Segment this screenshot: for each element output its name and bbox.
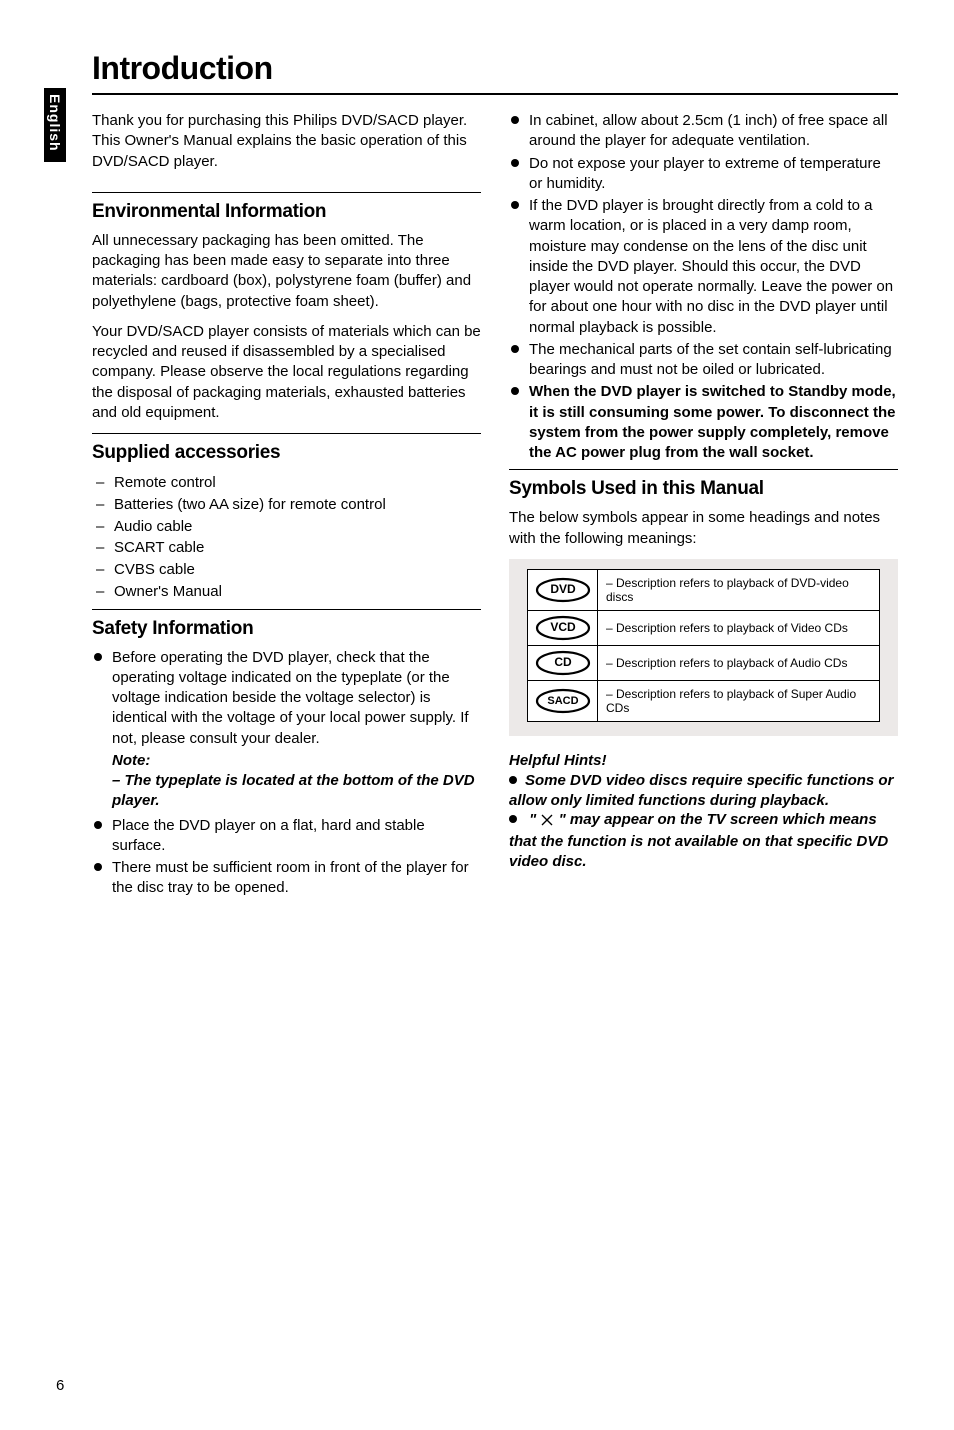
svg-text:VCD: VCD (550, 620, 576, 634)
safety-bullet: In cabinet, allow about 2.5cm (1 inch) o… (509, 111, 898, 152)
svg-text:DVD: DVD (550, 582, 576, 596)
list-item: Owner's Manual (92, 581, 481, 603)
title-rule (92, 93, 898, 95)
symbols-table: DVD – Description refers to playback of … (527, 569, 880, 722)
hint-1-text: Some DVD video discs require specific fu… (509, 772, 893, 809)
helpful-hints-block: Helpful Hints! Some DVD video discs requ… (509, 752, 898, 872)
table-row: DVD – Description refers to playback of … (528, 569, 880, 610)
right-column: In cabinet, allow about 2.5cm (1 inch) o… (509, 111, 898, 905)
list-item: CVBS cable (92, 559, 481, 581)
intro-paragraph: Thank you for purchasing this Philips DV… (92, 111, 481, 172)
symbols-table-container: DVD – Description refers to playback of … (509, 559, 898, 736)
safety-bullet: There must be sufficient room in front o… (92, 858, 481, 899)
list-item: SCART cable (92, 537, 481, 559)
heading-supplied: Supplied accessories (92, 433, 481, 464)
list-item: Remote control (92, 472, 481, 494)
safety-bullet: Place the DVD player on a flat, hard and… (92, 816, 481, 857)
vcd-disc-icon: VCD (535, 615, 591, 641)
svg-text:SACD: SACD (547, 695, 578, 707)
note-block: Note: – The typeplate is located at the … (112, 751, 481, 812)
dvd-disc-icon: DVD (535, 577, 591, 603)
svg-text:CD: CD (554, 655, 572, 669)
disc-icon-sacd: SACD (528, 680, 598, 721)
heading-symbols: Symbols Used in this Manual (509, 469, 898, 500)
safety-bullet: The mechanical parts of the set contain … (509, 340, 898, 381)
symbol-desc: – Description refers to playback of Audi… (598, 645, 880, 680)
table-row: VCD – Description refers to playback of … (528, 610, 880, 645)
symbol-desc: – Description refers to playback of DVD-… (598, 569, 880, 610)
heading-safety: Safety Information (92, 609, 481, 640)
env-paragraph-1: All unnecessary packaging has been omitt… (92, 231, 481, 312)
symbols-intro: The below symbols appear in some heading… (509, 508, 898, 549)
disc-icon-dvd: DVD (528, 569, 598, 610)
hints-label: Helpful Hints! (509, 752, 898, 769)
hint-1: Some DVD video discs require specific fu… (509, 771, 898, 811)
disc-icon-cd: CD (528, 645, 598, 680)
env-paragraph-2: Your DVD/SACD player consists of materia… (92, 322, 481, 423)
list-item: Audio cable (92, 516, 481, 538)
language-tab: English (44, 88, 66, 162)
table-row: CD – Description refers to playback of A… (528, 645, 880, 680)
hint-2: " " may appear on the TV screen which me… (509, 810, 898, 871)
page-number: 6 (56, 1377, 64, 1394)
safety-bullet: Before operating the DVD player, check t… (92, 648, 481, 812)
list-item: Batteries (two AA size) for remote contr… (92, 494, 481, 516)
symbol-desc: – Description refers to playback of Supe… (598, 680, 880, 721)
safety-bullets-right: In cabinet, allow about 2.5cm (1 inch) o… (509, 111, 898, 463)
hint-2-pre: " (529, 811, 540, 828)
hint-2-post: " may appear on the TV screen which mean… (509, 811, 888, 870)
safety-bullets-left: Before operating the DVD player, check t… (92, 648, 481, 899)
two-column-layout: Thank you for purchasing this Philips DV… (92, 111, 898, 905)
sacd-disc-icon: SACD (535, 688, 591, 714)
heading-environmental: Environmental Information (92, 192, 481, 223)
table-row: SACD – Description refers to playback of… (528, 680, 880, 721)
x-icon (540, 812, 554, 832)
page-title: Introduction (92, 50, 898, 87)
safety-b1-text: Before operating the DVD player, check t… (112, 649, 469, 747)
symbol-desc: – Description refers to playback of Vide… (598, 610, 880, 645)
disc-icon-vcd: VCD (528, 610, 598, 645)
left-column: Thank you for purchasing this Philips DV… (92, 111, 481, 905)
note-label: Note: (112, 752, 150, 769)
safety-bullet: If the DVD player is brought directly fr… (509, 196, 898, 338)
safety-b5-bold: When the DVD player is switched to Stand… (529, 383, 896, 461)
safety-bullet: Do not expose your player to extreme of … (509, 154, 898, 195)
note-text: – The typeplate is located at the bottom… (112, 772, 475, 809)
document-page: English Introduction Thank you for purch… (0, 0, 954, 1430)
cd-disc-icon: CD (535, 650, 591, 676)
safety-bullet: When the DVD player is switched to Stand… (509, 382, 898, 463)
supplied-list: Remote control Batteries (two AA size) f… (92, 472, 481, 603)
